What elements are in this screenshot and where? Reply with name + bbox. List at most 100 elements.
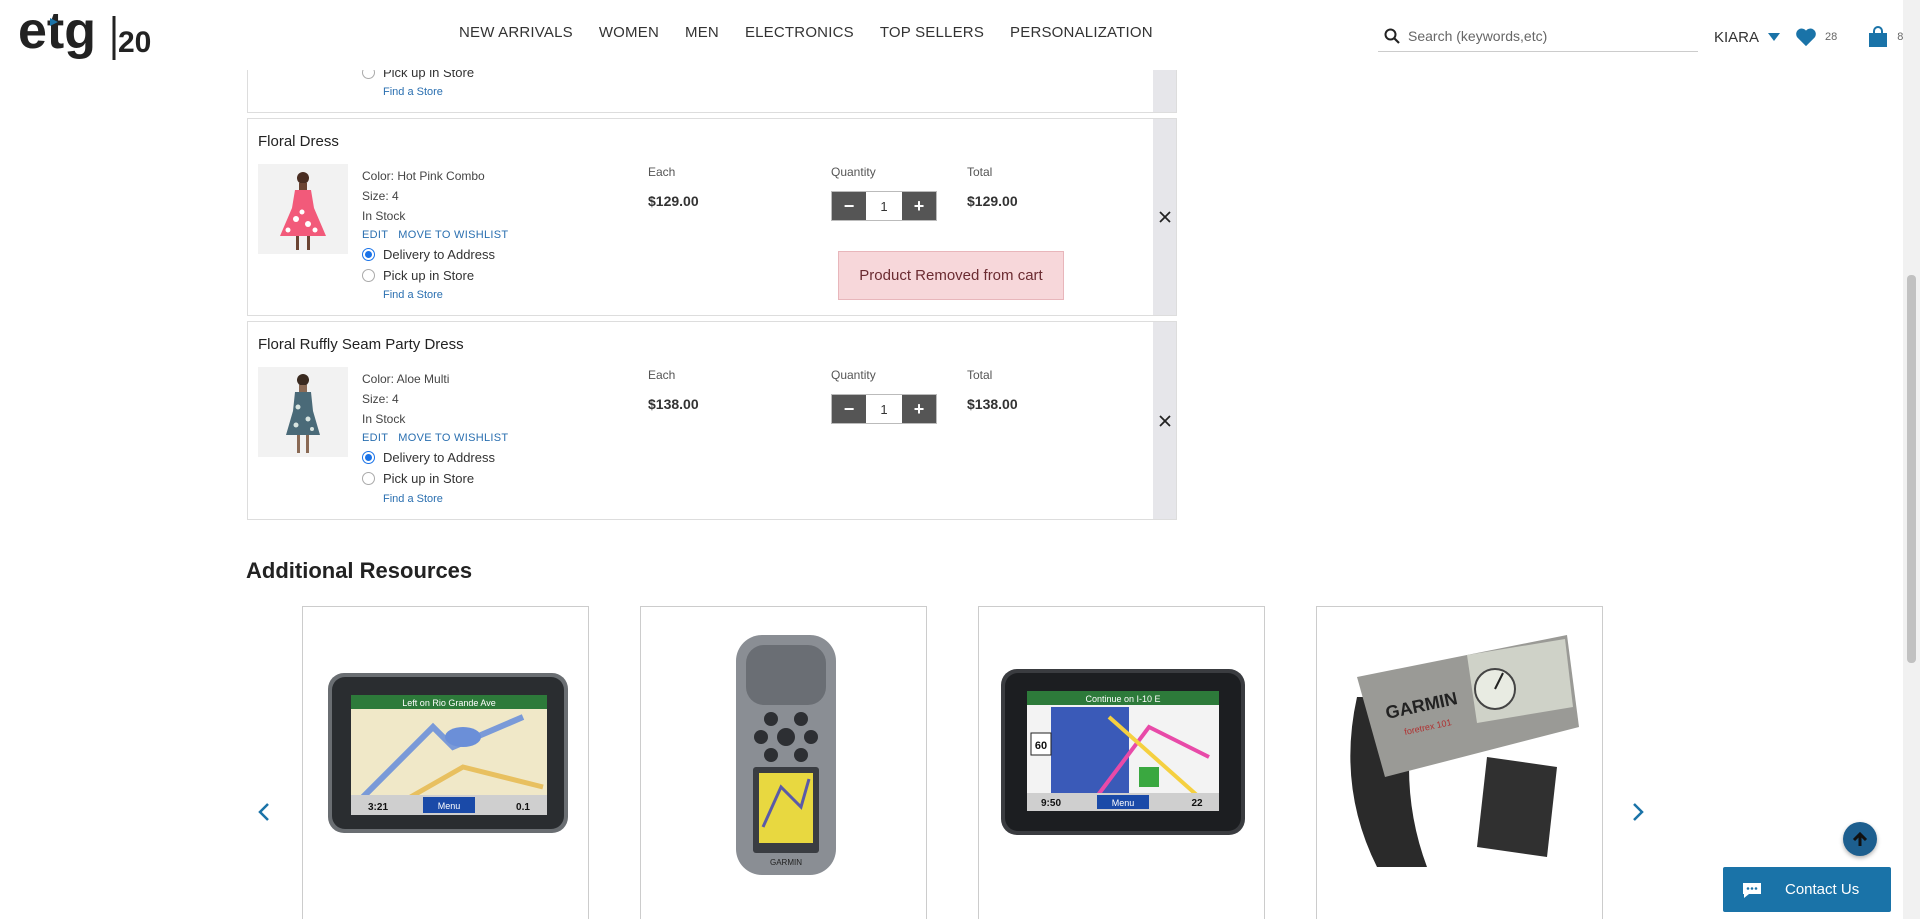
find-store-link[interactable]: Find a Store xyxy=(383,86,443,98)
main-nav: NEW ARRIVALS WOMEN MEN ELECTRONICS TOP S… xyxy=(459,24,1153,41)
back-to-top-button[interactable] xyxy=(1843,822,1877,856)
chevron-left-icon xyxy=(258,803,269,821)
quantity-stepper: − 1 + xyxy=(831,191,937,221)
carousel-prev-button[interactable] xyxy=(252,800,276,824)
removed-toast: Product Removed from cart xyxy=(838,251,1064,300)
edit-link[interactable]: EDIT xyxy=(362,432,388,444)
etg-logo[interactable]: etg 20 xyxy=(18,2,158,66)
total-price: $138.00 xyxy=(967,396,1018,412)
delivery-label: Delivery to Address xyxy=(383,450,495,465)
item-color: Color: Hot Pink Combo xyxy=(362,169,485,183)
search-icon[interactable] xyxy=(1384,28,1400,44)
nav-electronics[interactable]: ELECTRONICS xyxy=(745,24,854,41)
product-card[interactable]: Continue on I-10 E 60 9:50 Menu 22 xyxy=(978,606,1265,919)
screen-label: Continue on I-10 E xyxy=(1085,694,1160,704)
pickup-label: Pick up in Store xyxy=(383,268,475,283)
arrow-up-icon xyxy=(1852,831,1868,846)
move-to-wishlist-link[interactable]: MOVE TO WISHLIST xyxy=(398,229,508,241)
quantity-label: Quantity xyxy=(831,165,876,179)
delivery-option[interactable]: Delivery to Address xyxy=(362,247,495,262)
close-icon[interactable] xyxy=(1158,414,1171,427)
item-actions: EDIT MOVE TO WISHLIST xyxy=(362,432,508,444)
search-bar xyxy=(1378,20,1698,52)
item-title[interactable]: Floral Dress xyxy=(258,133,339,150)
each-price: $129.00 xyxy=(648,193,699,209)
quantity-value[interactable]: 1 xyxy=(866,192,902,220)
chevron-right-icon xyxy=(1633,803,1644,821)
delivery-radio[interactable] xyxy=(362,248,375,261)
item-size: Size: 4 xyxy=(362,189,399,203)
readout-left: 3:21 xyxy=(368,802,388,813)
device-brand: GARMIN xyxy=(770,858,802,867)
increase-quantity-button[interactable]: + xyxy=(902,395,936,423)
remove-column xyxy=(1153,322,1176,519)
nav-women[interactable]: WOMEN xyxy=(599,24,659,41)
close-icon[interactable] xyxy=(1158,211,1171,223)
readout-right: 0.1 xyxy=(516,802,530,813)
total-label: Total xyxy=(967,368,993,382)
contact-us-button[interactable]: Contact Us xyxy=(1723,867,1891,912)
chevron-down-icon[interactable] xyxy=(1767,32,1781,42)
user-area: KIARA 28 8 xyxy=(1714,26,1903,48)
nav-new-arrivals[interactable]: NEW ARRIVALS xyxy=(459,24,573,41)
increase-quantity-button[interactable]: + xyxy=(902,192,936,220)
readout-left: 9:50 xyxy=(1041,798,1061,809)
find-store-link[interactable]: Find a Store xyxy=(383,289,443,301)
wrist-gps-image: GARMIN foretrex 101 xyxy=(1350,635,1579,867)
product-card[interactable]: GARMIN foretrex 101 xyxy=(1316,606,1603,919)
product-image[interactable] xyxy=(258,164,348,254)
section-title: Additional Resources xyxy=(246,558,473,583)
quantity-label: Quantity xyxy=(831,368,876,382)
page: etg 20 NEW ARRIVALS WOMEN MEN ELECTRONIC… xyxy=(0,0,1920,919)
move-to-wishlist-link[interactable]: MOVE TO WISHLIST xyxy=(398,432,508,444)
item-details: Color: Aloe Multi Size: 4 In Stock xyxy=(362,369,449,429)
nav-personalization[interactable]: PERSONALIZATION xyxy=(1010,24,1153,41)
screen-label: Left on Rio Grande Ave xyxy=(402,698,495,708)
decrease-quantity-button[interactable]: − xyxy=(832,395,866,423)
gps-navigator-image: Left on Rio Grande Ave 3:21 Menu 0.1 xyxy=(328,673,568,833)
delivery-radio[interactable] xyxy=(362,451,375,464)
find-store-link[interactable]: Find a Store xyxy=(383,493,443,505)
edit-link[interactable]: EDIT xyxy=(362,229,388,241)
total-price: $129.00 xyxy=(967,193,1018,209)
cart-count: 8 xyxy=(1897,31,1904,43)
decrease-quantity-button[interactable]: − xyxy=(832,192,866,220)
remove-column xyxy=(1153,119,1176,315)
gps-navigator-image: Continue on I-10 E 60 9:50 Menu 22 xyxy=(1001,669,1245,835)
total-label: Total xyxy=(967,165,993,179)
quantity-stepper: − 1 + xyxy=(831,394,937,424)
search-input[interactable] xyxy=(1408,27,1688,44)
item-stock: In Stock xyxy=(362,209,406,223)
readout-right: 22 xyxy=(1191,798,1203,809)
pickup-option[interactable]: Pick up in Store xyxy=(362,268,474,283)
pickup-label: Pick up in Store xyxy=(383,471,475,486)
pickup-radio[interactable] xyxy=(362,269,375,282)
item-title[interactable]: Floral Ruffly Seam Party Dress xyxy=(258,336,464,353)
item-color: Color: Aloe Multi xyxy=(362,372,450,386)
cart-item: Floral Ruffly Seam Party Dress Color: Al… xyxy=(247,321,1177,520)
product-image[interactable] xyxy=(258,367,348,457)
shopping-bag-icon[interactable] xyxy=(1867,26,1889,48)
logo-text: etg xyxy=(18,4,96,60)
handheld-gps-image: GARMIN xyxy=(736,635,836,875)
each-label: Each xyxy=(648,368,676,382)
scrollbar-thumb[interactable] xyxy=(1907,275,1916,663)
pickup-radio[interactable] xyxy=(362,472,375,485)
logo-anniversary: 20 xyxy=(118,26,151,59)
quantity-value[interactable]: 1 xyxy=(866,395,902,423)
nav-men[interactable]: MEN xyxy=(685,24,719,41)
heart-icon[interactable] xyxy=(1795,27,1817,47)
pickup-option[interactable]: Pick up in Store xyxy=(362,471,474,486)
carousel-next-button[interactable] xyxy=(1626,800,1650,824)
readout-mid: Menu xyxy=(438,801,461,811)
chat-bubble-icon xyxy=(1743,882,1761,898)
user-name[interactable]: KIARA xyxy=(1714,29,1759,46)
page-scrollbar[interactable] xyxy=(1903,0,1920,919)
nav-top-sellers[interactable]: TOP SELLERS xyxy=(880,24,984,41)
product-card[interactable]: Left on Rio Grande Ave 3:21 Menu 0.1 xyxy=(302,606,589,919)
item-actions: EDIT MOVE TO WISHLIST xyxy=(362,229,508,241)
delivery-option[interactable]: Delivery to Address xyxy=(362,450,495,465)
product-card[interactable]: GARMIN xyxy=(640,606,927,919)
wishlist-count: 28 xyxy=(1825,31,1838,43)
readout-mid: Menu xyxy=(1112,798,1135,808)
